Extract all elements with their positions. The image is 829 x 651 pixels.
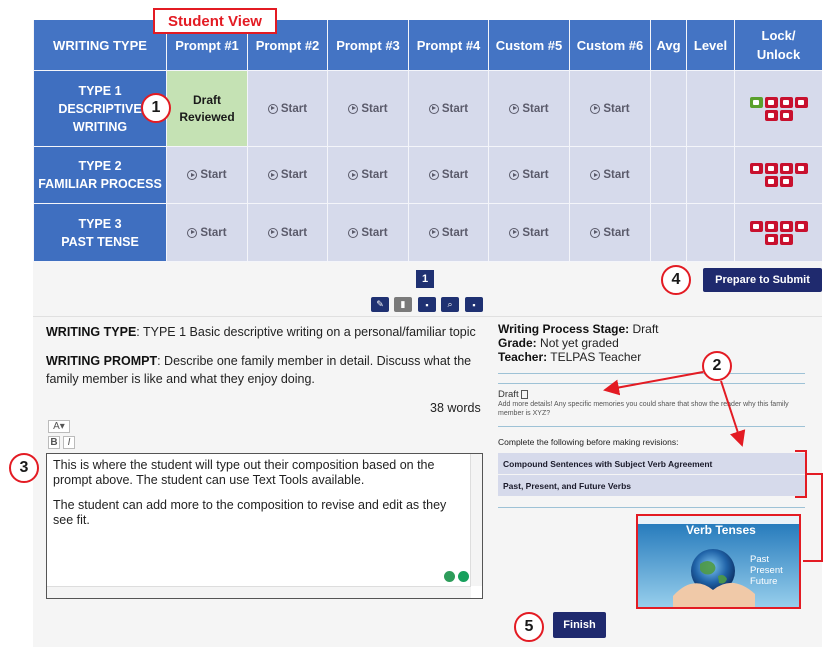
callout-2: 2	[702, 351, 732, 381]
bracket	[795, 450, 807, 498]
arrow-to-feedback	[603, 371, 704, 396]
callout-1: 1	[141, 93, 171, 123]
callout-4: 4	[661, 265, 691, 295]
callout-5: 5	[514, 612, 544, 642]
callout-3: 3	[9, 453, 39, 483]
annotation-arrows	[603, 371, 823, 562]
arrow-to-revisions	[720, 380, 746, 447]
